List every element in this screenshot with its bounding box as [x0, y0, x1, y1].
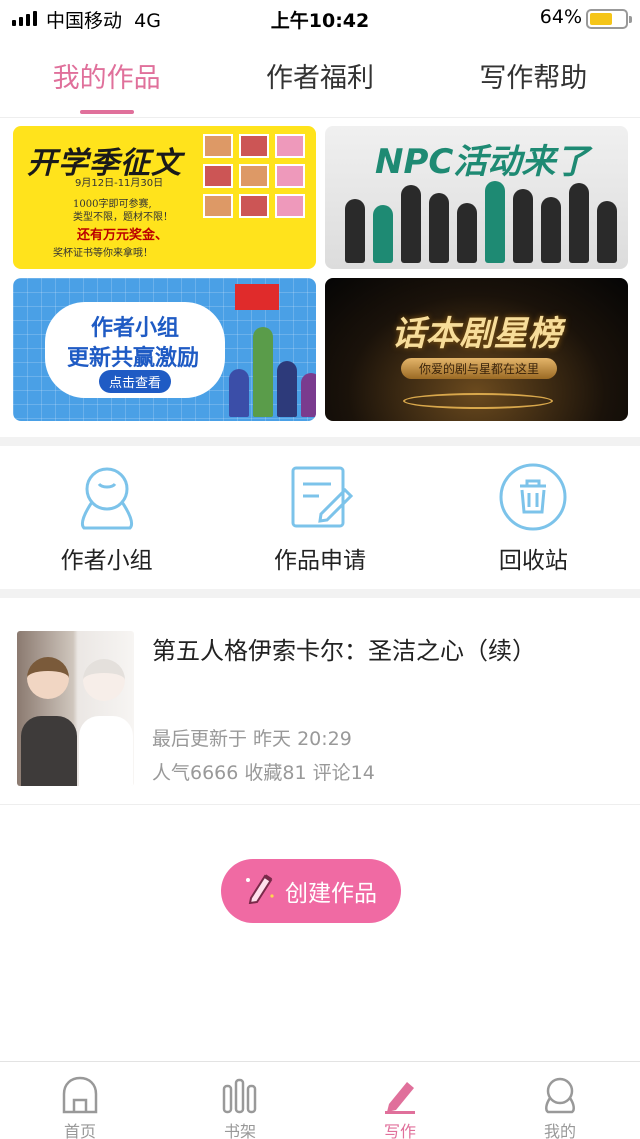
nav-label: 书架: [223, 1122, 256, 1139]
trash-icon: [498, 462, 568, 532]
battery-icon: [586, 9, 632, 29]
stage-shape: [403, 393, 553, 409]
banner-contest-prize: 还有万元奖金、: [77, 228, 169, 243]
work-cover-image: [17, 631, 134, 786]
nav-profile[interactable]: 我的: [480, 1062, 640, 1139]
banner-npc-figures: [345, 181, 617, 263]
banner-contest-cert: 奖杯证书等你来拿哦！: [53, 248, 153, 259]
status-bar: 中国移动 4G 上午10:42 64%: [0, 0, 640, 36]
banner-photo-collage: [203, 134, 311, 218]
work-title: 第五人格伊索卡尔：圣洁之心（续）: [152, 637, 536, 665]
entry-label: 作品申请: [273, 548, 366, 574]
nav-label: 写作: [383, 1122, 416, 1139]
work-stats: 人气6666 收藏81 评论14: [152, 762, 375, 784]
banner-drama-title: 话本剧星榜: [391, 314, 562, 354]
author-group-icon: [72, 462, 142, 532]
banner-npc[interactable]: NPC活动来了: [325, 126, 628, 269]
bottom-nav: 首页 书架 写作 我的: [0, 1061, 640, 1139]
banner-grid: 开学季征文 9月12日-11月30日 1000字即可参赛, 类型不限，题材不限！…: [13, 126, 628, 421]
banner-group-line1: 作者小组: [91, 316, 180, 341]
quick-entries: 作者小组 作品申请 回收站: [0, 446, 640, 589]
battery-percent: 64%: [539, 6, 582, 28]
section-divider: [0, 589, 640, 598]
entry-work-application[interactable]: 作品申请: [213, 446, 426, 589]
edit-document-icon: [285, 462, 355, 532]
pencil-icon: [245, 872, 275, 910]
banner-contest-date: 9月12日-11月30日: [75, 178, 164, 189]
work-updated-time: 最后更新于 昨天 20:29: [152, 728, 352, 750]
banner-contest-desc: 1000字即可参赛, 类型不限，题材不限！: [73, 199, 173, 223]
entry-recycle-bin[interactable]: 回收站: [427, 446, 640, 589]
flag-icon: [235, 284, 279, 310]
banner-npc-title: NPC活动来了: [375, 142, 590, 182]
entry-label: 回收站: [498, 548, 568, 574]
nav-write[interactable]: 写作: [320, 1062, 480, 1139]
pencil-icon: [320, 1070, 480, 1114]
tab-my-works[interactable]: 我的作品: [0, 36, 213, 117]
entry-label: 作者小组: [60, 548, 153, 574]
nav-home[interactable]: 首页: [0, 1062, 160, 1139]
profile-icon: [480, 1070, 640, 1114]
home-icon: [0, 1070, 160, 1114]
banner-drama-sub: 你爱的剧与星都在这里: [401, 358, 558, 379]
banner-group-line2: 更新共赢激励: [67, 346, 200, 371]
create-work-label: 创建作品: [285, 881, 377, 907]
banner-author-group[interactable]: 作者小组 更新共赢激励 点击查看: [13, 278, 316, 421]
work-item[interactable]: 第五人格伊索卡尔：圣洁之心（续） 最后更新于 昨天 20:29 人气6666 收…: [0, 598, 640, 805]
tab-author-benefits[interactable]: 作者福利: [213, 36, 426, 117]
bookshelf-icon: [160, 1070, 320, 1114]
top-tabs: 我的作品 作者福利 写作帮助: [0, 36, 640, 118]
section-divider: [0, 437, 640, 446]
banner-drama-stars[interactable]: 话本剧星榜 你爱的剧与星都在这里: [325, 278, 628, 421]
tab-writing-help[interactable]: 写作帮助: [427, 36, 640, 117]
create-work-button[interactable]: 创建作品: [221, 859, 401, 923]
nav-label: 我的: [543, 1122, 576, 1139]
nav-label: 首页: [63, 1122, 96, 1139]
banner-group-button[interactable]: 点击查看: [99, 370, 172, 393]
entry-author-group[interactable]: 作者小组: [0, 446, 213, 589]
banner-contest[interactable]: 开学季征文 9月12日-11月30日 1000字即可参赛, 类型不限，题材不限！…: [13, 126, 316, 269]
banner-group-characters: [229, 327, 316, 417]
nav-bookshelf[interactable]: 书架: [160, 1062, 320, 1139]
